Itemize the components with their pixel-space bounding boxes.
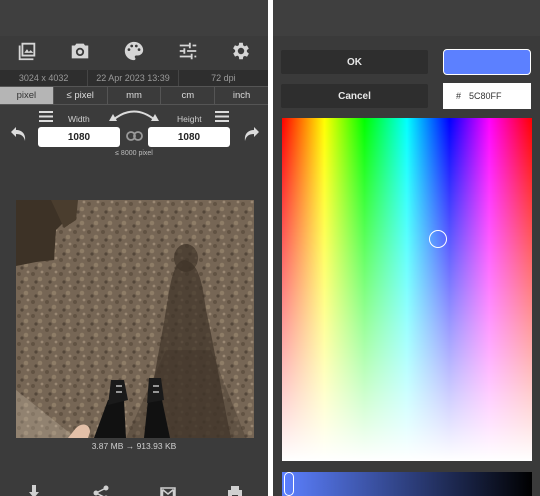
print-icon <box>227 485 243 496</box>
unit-mm[interactable]: mm <box>106 86 161 105</box>
rotate-right-icon[interactable] <box>240 125 260 143</box>
status-bar <box>273 0 540 36</box>
main-toolbar <box>0 36 268 70</box>
width-label: Width <box>68 114 90 124</box>
unit-inch[interactable]: inch <box>214 86 268 105</box>
hash-symbol: # <box>456 91 462 101</box>
download-button[interactable] <box>0 480 67 496</box>
image-date: 22 Apr 2023 13:39 <box>88 70 179 86</box>
palette-icon <box>123 40 145 67</box>
camera-icon <box>69 40 91 67</box>
camera-button[interactable] <box>54 36 108 70</box>
height-menu-icon[interactable] <box>215 111 229 122</box>
hex-value: 5C80FF <box>469 91 502 101</box>
settings-button[interactable] <box>214 36 268 70</box>
status-bar <box>0 0 268 36</box>
color-spectrum[interactable] <box>282 118 532 461</box>
gear-icon <box>230 40 252 67</box>
file-size-info: 3.87 MB → 913.93 KB <box>91 441 177 451</box>
share-button[interactable] <box>67 480 134 496</box>
mail-button[interactable] <box>134 480 201 496</box>
brightness-slider[interactable] <box>282 472 532 496</box>
ok-button[interactable]: OK <box>281 50 428 74</box>
photo-preview[interactable] <box>16 200 254 438</box>
height-input[interactable]: 1080 <box>148 127 230 147</box>
download-icon <box>26 485 42 496</box>
palette-button[interactable] <box>107 36 161 70</box>
unit-max-pixel[interactable]: ≤ pixel <box>52 86 107 105</box>
selected-color-swatch <box>443 49 531 75</box>
unit-pixel[interactable]: pixel <box>0 86 53 105</box>
width-input[interactable]: 1080 <box>38 127 120 147</box>
share-icon <box>93 485 109 496</box>
link-aspect-icon[interactable] <box>126 130 143 142</box>
height-label: Height <box>177 114 202 124</box>
hex-color-field[interactable]: # 5C80FF <box>443 83 531 109</box>
color-picker-panel: OK Cancel # 5C80FF <box>273 0 540 496</box>
mail-icon <box>159 485 176 496</box>
sliders-icon <box>177 40 199 67</box>
size-editor: Width 1080 Height 1080 ≤ 8000 pixel <box>0 105 268 161</box>
image-resizer-panel: 3024 x 4032 22 Apr 2023 13:39 72 dpi pix… <box>0 0 268 496</box>
width-menu-icon[interactable] <box>39 111 53 122</box>
pixel-limit-note: ≤ 8000 pixel <box>115 150 153 157</box>
bottom-action-bar <box>0 480 268 496</box>
cancel-button[interactable]: Cancel <box>281 84 428 108</box>
unit-cm[interactable]: cm <box>160 86 215 105</box>
unit-selector: pixel ≤ pixel mm cm inch <box>0 86 268 105</box>
original-dimensions: 3024 x 4032 <box>0 70 89 86</box>
color-picker-handle[interactable] <box>429 230 447 248</box>
swap-arrows-icon[interactable] <box>108 106 160 123</box>
print-button[interactable] <box>201 480 268 496</box>
rotate-left-icon[interactable] <box>10 125 30 143</box>
image-dpi: 72 dpi <box>211 73 236 83</box>
gallery-icon <box>16 40 38 67</box>
image-info-row: 3024 x 4032 22 Apr 2023 13:39 72 dpi <box>0 70 268 86</box>
brightness-slider-handle[interactable] <box>284 472 294 496</box>
adjust-button[interactable] <box>161 36 215 70</box>
gallery-button[interactable] <box>0 36 54 70</box>
